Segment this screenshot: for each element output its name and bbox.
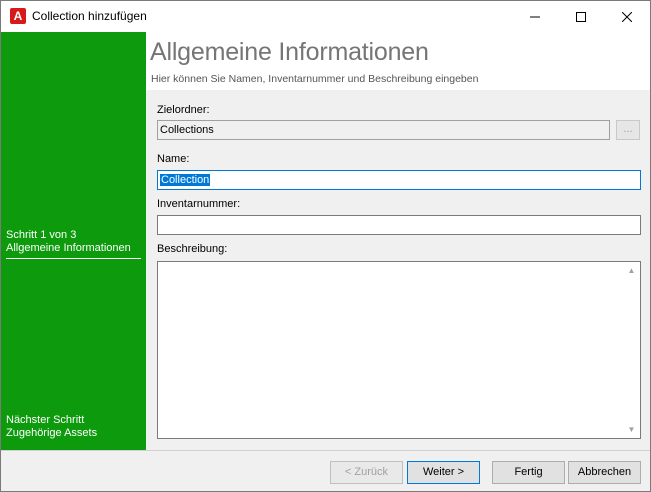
next-button[interactable]: Weiter > (407, 461, 480, 484)
next-step-name: Zugehörige Assets (6, 427, 98, 439)
target-folder-label: Zielordner: (157, 104, 210, 116)
scroll-up-icon[interactable]: ▲ (623, 262, 640, 279)
minimize-icon (530, 16, 540, 17)
name-label: Name: (157, 153, 190, 165)
description-scrollbar[interactable]: ▲ ▼ (623, 262, 640, 438)
current-step-underline (6, 258, 141, 259)
inventory-number-label: Inventarnummer: (157, 198, 241, 210)
title-bar[interactable]: A Collection hinzufügen (1, 1, 650, 32)
cancel-button[interactable]: Abbrechen (568, 461, 641, 484)
wizard-footer: < Zurück Weiter > Fertig Abbrechen (1, 450, 650, 491)
description-label: Beschreibung: (157, 243, 228, 255)
target-folder-field[interactable]: Collections (157, 120, 610, 140)
page-title: Allgemeine Informationen (150, 38, 429, 66)
description-textarea[interactable]: ▲ ▼ (157, 261, 641, 439)
form-area: Zielordner: Collections ... Name: Collec… (146, 90, 650, 450)
current-step-counter: Schritt 1 von 3 (6, 229, 77, 241)
scroll-down-icon[interactable]: ▼ (623, 421, 640, 438)
finish-button[interactable]: Fertig (492, 461, 565, 484)
minimize-button[interactable] (512, 1, 558, 32)
inventory-number-field[interactable] (157, 215, 641, 235)
maximize-button[interactable] (558, 1, 604, 32)
page-header: Allgemeine Informationen Hier können Sie… (146, 32, 650, 90)
name-field-value: Collection (160, 174, 211, 186)
back-button[interactable]: < Zurück (330, 461, 403, 484)
close-button[interactable] (604, 1, 650, 32)
app-logo-icon: A (10, 8, 26, 24)
name-field[interactable]: Collection (157, 170, 641, 190)
current-step-name: Allgemeine Informationen (6, 242, 131, 254)
maximize-icon (576, 11, 586, 22)
close-icon (622, 11, 632, 22)
window-title: Collection hinzufügen (32, 9, 147, 23)
wizard-sidebar: Schritt 1 von 3 Allgemeine Informationen… (1, 32, 146, 450)
page-subtitle: Hier können Sie Namen, Inventarnummer un… (151, 73, 479, 85)
next-step: Nächster Schritt Zugehörige Assets (6, 414, 97, 440)
next-step-label: Nächster Schritt (6, 414, 85, 426)
dialog-window: A Collection hinzufügen Schritt 1 von 3 … (0, 0, 651, 492)
browse-folder-button[interactable]: ... (616, 120, 640, 140)
current-step: Schritt 1 von 3 Allgemeine Informationen (6, 229, 131, 255)
